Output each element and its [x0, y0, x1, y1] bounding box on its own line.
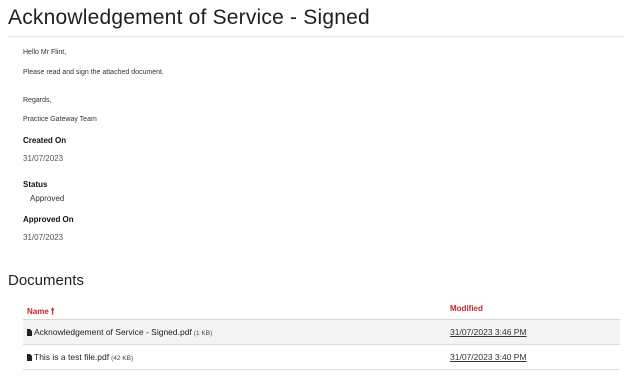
arrow-up-icon: 🠕	[50, 306, 55, 316]
documents-title: Documents	[8, 272, 84, 289]
message-greeting: Hello Mr Flint,	[23, 49, 67, 56]
title-divider	[8, 36, 624, 37]
status-value: Approved	[30, 194, 65, 203]
file-icon	[27, 329, 32, 336]
document-link[interactable]: This is a test file.pdf (42 KB)	[27, 352, 133, 362]
column-header-name[interactable]: Name 🠕	[27, 304, 55, 320]
document-modified-date[interactable]: 31/07/2023 3:40 PM	[450, 352, 527, 362]
document-size: (1 KB)	[193, 330, 213, 337]
column-header-name-label: Name	[27, 307, 49, 316]
documents-table: Name 🠕 Modified Acknowledgement of Servic…	[23, 298, 620, 370]
message-signature: Practice Gateway Team	[23, 116, 97, 123]
created-on-label: Created On	[23, 136, 67, 145]
document-modified-date[interactable]: 31/07/2023 3:46 PM	[450, 327, 527, 337]
document-name: Acknowledgement of Service - Signed.pdf	[34, 327, 192, 337]
document-size: (42 KB)	[111, 355, 134, 362]
document-link[interactable]: Acknowledgement of Service - Signed.pdf(…	[27, 327, 212, 337]
page-title: Acknowledgement of Service - Signed	[8, 6, 370, 29]
message-regards: Regards,	[23, 97, 52, 104]
created-on-value: 31/07/2023	[23, 154, 64, 163]
table-row: Acknowledgement of Service - Signed.pdf(…	[23, 320, 620, 345]
column-header-modified[interactable]: Modified	[450, 304, 483, 313]
table-row: This is a test file.pdf (42 KB) 31/07/202…	[23, 345, 620, 370]
message-body: Please read and sign the attached docume…	[23, 69, 164, 76]
status-label: Status	[23, 180, 48, 189]
approved-on-label: Approved On	[23, 215, 74, 224]
table-header: Name 🠕 Modified	[23, 298, 620, 320]
approved-on-value: 31/07/2023	[23, 233, 64, 242]
document-name: This is a test file.pdf	[34, 352, 110, 362]
file-icon	[27, 354, 32, 361]
